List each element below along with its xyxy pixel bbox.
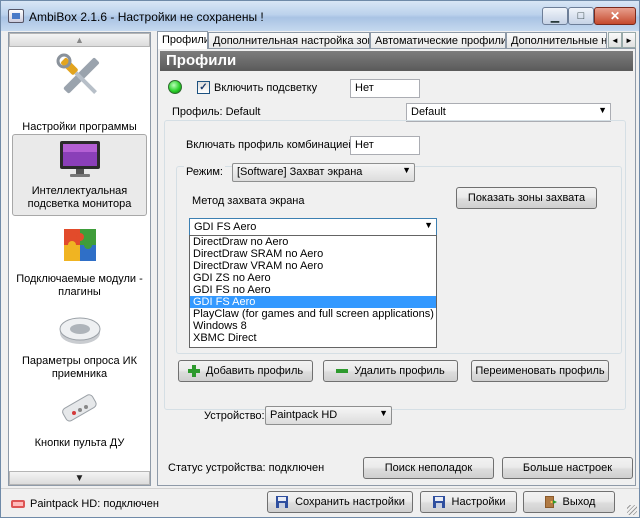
save-settings-label: Сохранить настройки (295, 496, 405, 508)
resize-grip-icon[interactable] (627, 505, 637, 515)
tab-scroll-buttons: ◄ ► (608, 32, 636, 48)
maximize-button[interactable]: □ (568, 7, 594, 25)
troubleshoot-button[interactable]: Поиск неполадок (363, 457, 494, 479)
close-icon: ✕ (609, 9, 621, 23)
app-window: AmbiBox 2.1.6 - Настройки не сохранены !… (0, 0, 640, 518)
sidebar-item-remote[interactable]: Кнопки пульта ДУ (12, 393, 147, 449)
settings-button[interactable]: Настройки (420, 491, 517, 513)
save-icon (432, 496, 445, 508)
tab-strip: Профили Дополнительная настройка зон Авт… (157, 31, 607, 49)
maximize-icon: □ (577, 10, 585, 22)
sidebar-item-label: Настройки программы (22, 121, 137, 133)
device-select-value: Paintpack HD (270, 409, 338, 421)
arrow-down-icon: ▼ (74, 472, 85, 484)
chevron-down-icon: ▼ (379, 408, 388, 418)
puzzle-icon (63, 229, 96, 261)
chevron-down-icon: ▼ (598, 105, 607, 115)
tab-scroll-left-icon[interactable]: ◄ (608, 32, 622, 48)
capture-option-selected[interactable]: GDI FS Aero (190, 296, 436, 308)
device-select[interactable]: Paintpack HD ▼ (265, 406, 392, 425)
sidebar-scroll-down-button[interactable]: ▼ (9, 471, 150, 485)
device-status-indicator: Paintpack HD: подключен (10, 497, 159, 511)
sidebar-scroll-up-button[interactable]: ▲ (9, 33, 150, 47)
window-title: AmbiBox 2.1.6 - Настройки не сохранены ! (29, 10, 264, 24)
status-bar: Paintpack HD: подключен Сохранить настро… (1, 488, 639, 517)
checkmark-icon: ✓ (199, 82, 208, 93)
profile-hotkey-field[interactable]: Нет (350, 136, 420, 155)
enable-backlight-checkbox[interactable]: ✓ (197, 81, 210, 94)
more-settings-button[interactable]: Больше настроек (502, 457, 633, 479)
title-bar: AmbiBox 2.1.6 - Настройки не сохранены !… (1, 1, 639, 31)
sidebar-item-label: Кнопки пульта ДУ (34, 437, 125, 449)
app-icon (8, 9, 24, 23)
exit-door-icon (544, 496, 557, 508)
capture-method-value: GDI FS Aero (194, 221, 257, 233)
panel-title: Профили (160, 51, 633, 71)
capture-option[interactable]: DirectDraw SRAM no Aero (190, 248, 436, 260)
sidebar-item-backlight[interactable]: Интеллектуальная подсветка монитора (12, 134, 147, 216)
capture-method-dropdown-list: DirectDraw no Aero DirectDraw SRAM no Ae… (189, 235, 437, 348)
backlight-hotkey-field[interactable]: Нет (350, 79, 420, 98)
minimize-button[interactable]: ▁ (542, 7, 568, 25)
device-status-text: Статус устройства: подключен (168, 462, 325, 474)
tab-additional[interactable]: Дополнительные н (506, 32, 607, 49)
sidebar: ▲ Настройки программы Интеллектуальная п… (8, 32, 151, 486)
remote-control-icon (61, 394, 97, 422)
status-led-icon (168, 80, 182, 94)
ir-receiver-icon (59, 317, 100, 344)
sidebar-item-program-settings[interactable]: Настройки программы (12, 51, 147, 147)
save-settings-button[interactable]: Сохранить настройки (267, 491, 413, 513)
sidebar-item-label: Интеллектуальная подсветка монитора (27, 185, 132, 210)
tab-auto-profiles[interactable]: Автоматические профили (370, 32, 506, 49)
minimize-icon: ▁ (550, 10, 560, 23)
status-bar-text: Paintpack HD: подключен (30, 498, 159, 510)
sidebar-item-plugins[interactable]: Подключаемые модули - плагины (12, 225, 147, 303)
exit-label: Выход (562, 496, 596, 508)
add-profile-button[interactable]: Добавить профиль (178, 360, 313, 382)
capture-option[interactable]: DirectDraw no Aero (190, 236, 436, 248)
profile-combo-label: Включать профиль комбинацией: (186, 139, 358, 151)
sidebar-item-label: Параметры опроса ИК приемника (22, 355, 137, 380)
sidebar-item-label: Подключаемые модули - плагины (16, 273, 143, 298)
tab-profiles[interactable]: Профили (157, 31, 208, 49)
monitor-icon (59, 141, 100, 177)
exit-button[interactable]: Выход (523, 491, 615, 513)
capture-option[interactable]: DirectDraw VRAM no Aero (190, 260, 436, 272)
delete-profile-button[interactable]: Удалить профиль (323, 360, 458, 382)
capture-option[interactable]: XBMC Direct (190, 332, 436, 344)
profile-label: Профиль: Default (172, 106, 261, 118)
tray-device-icon (11, 500, 25, 508)
show-zones-button[interactable]: Показать зоны захвата (456, 187, 597, 209)
minus-icon (336, 369, 349, 373)
tab-scroll-right-icon[interactable]: ► (622, 32, 636, 48)
capture-option[interactable]: Windows 8 (190, 320, 436, 332)
profile-select-value: Default (411, 106, 446, 118)
mode-select[interactable]: [Software] Захват экрана ▼ (232, 163, 415, 182)
enable-backlight-label: Включить подсветку (214, 82, 318, 94)
add-profile-label: Добавить профиль (205, 365, 304, 377)
mode-select-value: [Software] Захват экрана (237, 166, 363, 178)
wrench-screwdriver-icon (56, 53, 99, 94)
mode-label: Режим: (184, 166, 225, 178)
rename-profile-button[interactable]: Переименовать профиль (471, 360, 609, 382)
capture-option[interactable]: GDI ZS no Aero (190, 272, 436, 284)
save-icon (276, 496, 289, 508)
device-label: Устройство: (204, 410, 265, 422)
arrow-up-icon: ▲ (75, 35, 84, 45)
capture-method-label: Метод захвата экрана (192, 195, 305, 207)
tab-zone-settings[interactable]: Дополнительная настройка зон (208, 32, 370, 49)
delete-profile-label: Удалить профиль (354, 365, 445, 377)
chevron-down-icon: ▼ (402, 165, 411, 175)
plus-icon (187, 365, 200, 377)
sidebar-item-ir-receiver[interactable]: Параметры опроса ИК приемника (12, 309, 147, 383)
capture-option[interactable]: PlayClaw (for games and full screen appl… (190, 308, 436, 320)
chevron-down-icon: ▼ (424, 220, 433, 230)
close-button[interactable]: ✕ (594, 7, 636, 25)
capture-option[interactable]: GDI FS no Aero (190, 284, 436, 296)
settings-label: Настройки (451, 496, 506, 508)
